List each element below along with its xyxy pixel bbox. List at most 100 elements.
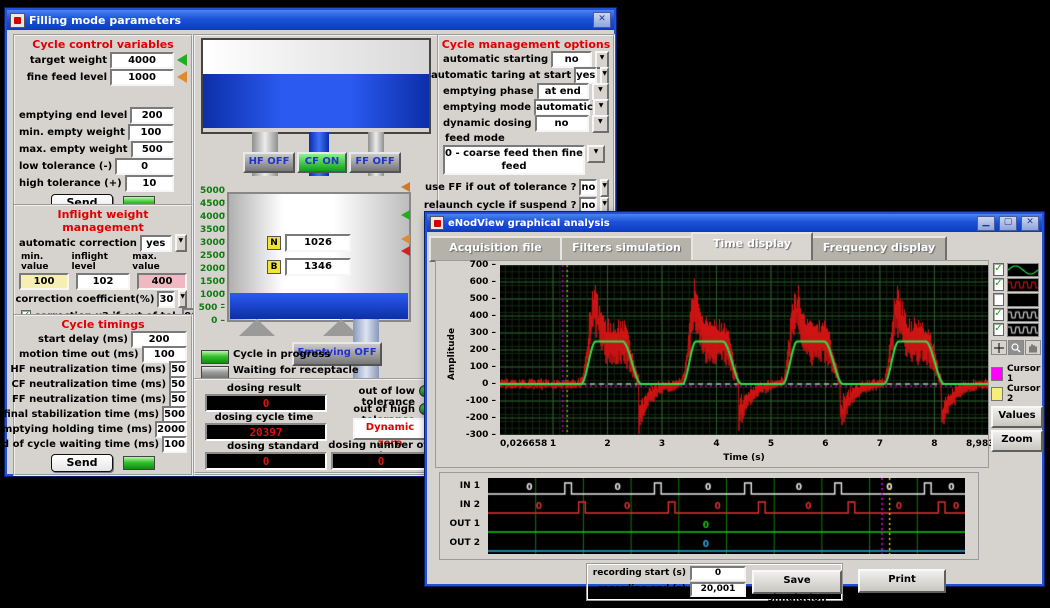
y-axis-title: Amplitude [447,304,457,404]
feed-mode-select[interactable]: 0 - coarse feed then fine feed [443,145,585,175]
field-label: low tolerance (-) [19,161,112,172]
pan-tool-icon[interactable] [1025,340,1041,355]
trace-visibility-checkbox[interactable]: ✓ [993,263,1004,276]
trace-visibility-checkbox[interactable]: ✓ [993,308,1004,321]
fine-feed-level-input[interactable]: 1000 [110,69,174,86]
save-simulation-button[interactable]: Save simulation [752,570,842,594]
min-empty-weight-input[interactable]: 100 [128,124,174,141]
inflight-group: Inflight weight management automatic cor… [13,204,193,316]
cursor1-row: Cursor 1 [991,364,1042,384]
x-tick-label: 6 [803,439,847,449]
x-tick-label: 8 [912,439,956,449]
correction-coeff-select[interactable]: 30 [157,291,175,308]
y-tick-label: 700 – [462,260,496,270]
gross-weight-value: 1346 [285,258,351,276]
cycle-mgmt-title: Cycle management options [439,36,613,51]
send-button[interactable]: Send [51,454,112,472]
zoom-button[interactable]: Zoom [991,430,1043,452]
y-tick-label: -300 – [462,430,496,440]
target-weight-input[interactable]: 4000 [110,52,174,69]
field-label: start delay (ms) [38,334,128,345]
emptying-mode-select[interactable]: automatic [534,99,590,116]
chevron-down-icon[interactable]: ▼ [600,179,609,197]
field-label: FF neutralization time (ms) [12,394,166,405]
chevron-down-icon[interactable]: ▼ [175,234,187,252]
emptying-end-level-input[interactable]: 200 [130,107,174,124]
zoom-tool-icon[interactable] [1008,340,1024,355]
cycle-in-progress-label: Cycle in progress [233,349,330,360]
dosing-result-label: dosing result [203,383,325,394]
enodview-titlebar[interactable]: eNodView graphical analysis ▁ ▢ ✕ [427,214,1042,232]
inflight-level-input[interactable]: 102 [76,273,130,290]
tab-acquisition-file[interactable]: Acquisition file [429,236,562,262]
print-button[interactable]: Print [858,569,946,593]
close-icon[interactable]: ✕ [1021,216,1039,231]
field-label: fine feed level [27,72,107,83]
maximize-icon[interactable]: ▢ [999,216,1017,231]
x-tick-label: 4 [694,439,738,449]
x-tick-label: 5 [749,439,793,449]
tab-filters-simulation[interactable]: Filters simulation [560,236,693,262]
legend-row: ✓ [993,277,1039,292]
field-label: emptying holding time (ms) [0,424,152,435]
low-tolerance-input[interactable]: 0 [115,158,174,175]
close-icon[interactable]: ✕ [593,12,611,28]
cursor1-swatch[interactable] [991,367,1003,381]
x-tick-label: 7 [858,439,902,449]
inflight-title: Inflight weight management [15,206,191,234]
recording-start-input[interactable]: 0 [690,566,746,581]
ff-valve-button[interactable]: FF OFF [349,152,401,173]
gross-weight-tag: B [267,260,281,274]
auto-taring-select[interactable]: yes [574,67,597,84]
enodview-window: eNodView graphical analysis ▁ ▢ ✕ Acquis… [425,212,1044,586]
inflight-min-value: 100 [19,273,69,290]
filling-titlebar[interactable]: Filling mode parameters ✕ [7,10,614,30]
end-cycle-waiting-input[interactable]: 100 [162,436,187,453]
recording-bar: recording start (s) 0 recording end (s) … [587,564,842,600]
trace-visibility-checkbox[interactable]: ✓ [993,278,1004,291]
field-label: dynamic dosing [443,118,532,129]
use-ff-select[interactable]: no [579,179,597,196]
emptying-phase-select[interactable]: at end [537,83,589,100]
chevron-down-icon[interactable]: ▼ [592,115,609,133]
max-empty-weight-input[interactable]: 500 [131,141,174,158]
cf-valve-button[interactable]: CF ON [297,152,347,173]
trace-visibility-checkbox[interactable] [993,293,1004,306]
chevron-down-icon[interactable]: ▼ [587,145,605,163]
trace-visibility-checkbox[interactable]: ✓ [993,323,1004,336]
io-chart-canvas[interactable] [488,478,965,554]
filling-app-icon [10,13,25,28]
y-tick-label: -100 – [462,396,496,406]
crosshair-tool-icon[interactable] [991,340,1007,355]
auto-starting-select[interactable]: no [551,51,592,68]
field-label: motion time out (ms) [19,349,139,360]
auto-correction-select[interactable]: yes [140,235,172,252]
desktop: { "colors":{"accent_blue":"#1b51d8","tit… [0,0,1050,590]
dynamic-zero-button[interactable]: Dynamic zero [353,418,427,440]
io-label-out2: OUT 2 [442,538,480,548]
hf-valve-button[interactable]: HF OFF [243,152,295,173]
feed-tank [201,38,431,134]
y-tick-label: 200 – [462,345,496,355]
field-label: automatic taring at start [431,70,571,81]
dosing-cycles-display: 0 [331,452,431,470]
vessel-foot-left [239,319,275,336]
col-header: max. value [132,252,185,272]
field-label: HF neutralization time (ms) [10,364,166,375]
chevron-down-icon[interactable]: ▼ [178,290,187,308]
field-label: emptying phase [443,86,534,97]
cursor2-swatch[interactable] [991,387,1003,401]
field-label: emptying mode [443,102,531,113]
vessel-scale: 5000450040003500300025002000150010005000 [195,186,225,318]
x-tick-label: 3 [640,439,684,449]
minimize-icon[interactable]: ▁ [977,216,995,231]
tab-time-display[interactable]: Time display [691,232,813,260]
time-chart-canvas[interactable] [500,265,988,435]
field-label: min. empty weight [19,127,125,138]
dynamic-dosing-select[interactable]: no [535,115,589,132]
tab-frequency-display[interactable]: Frequency display [811,236,947,262]
values-button[interactable]: Values [991,406,1043,428]
dosing-result-display: 0 [205,394,327,412]
enodview-window-title: eNodView graphical analysis [448,218,610,229]
high-tolerance-input[interactable]: 10 [125,175,174,192]
